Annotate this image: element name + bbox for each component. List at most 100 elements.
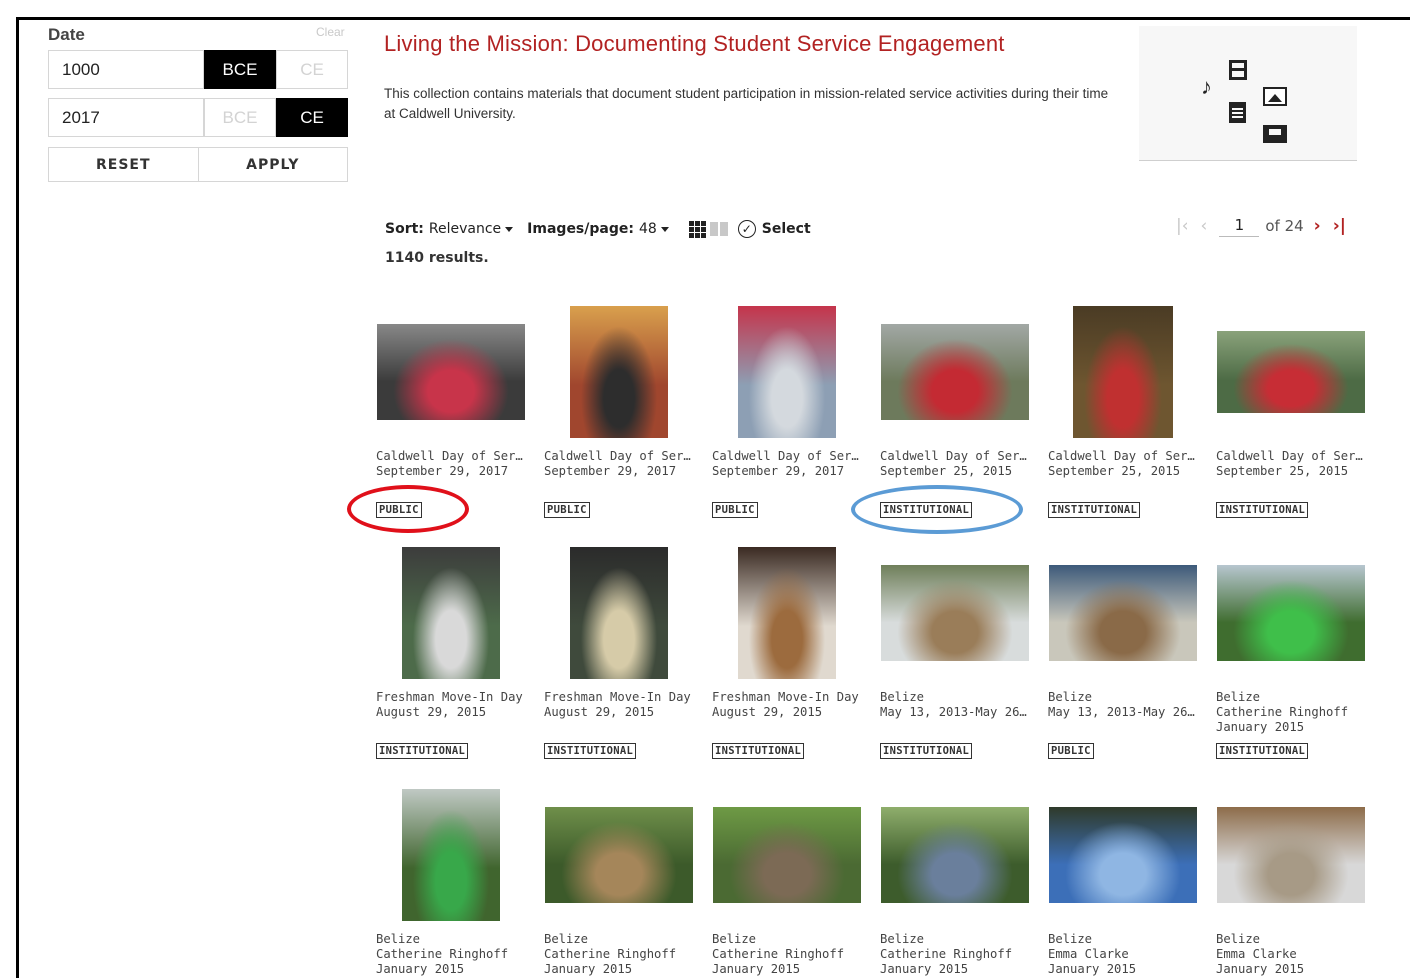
card-title[interactable]: Belize	[880, 690, 1030, 705]
page-count: of 24	[1265, 217, 1304, 235]
sort-label: Sort:	[385, 221, 424, 237]
date-from-bce-toggle[interactable]: BCE	[204, 50, 276, 89]
card-title[interactable]: Belize	[544, 932, 694, 947]
card-title[interactable]: Caldwell Day of Service	[1216, 449, 1366, 464]
thumbnail-image[interactable]	[1073, 306, 1173, 438]
grid-view-icon[interactable]	[688, 220, 706, 238]
thumbnail-image[interactable]	[570, 547, 668, 679]
thumbnail-frame	[1216, 306, 1366, 438]
last-page-icon[interactable]: ›|	[1333, 216, 1346, 236]
card-title[interactable]: Belize	[880, 932, 1030, 947]
date-to-bce-toggle[interactable]: BCE	[204, 98, 276, 137]
sort-dropdown[interactable]: Relevance	[429, 221, 501, 237]
card-title[interactable]: Belize	[376, 932, 526, 947]
date-filter-label: Date	[48, 25, 85, 44]
card-title[interactable]: Caldwell Day of Service	[544, 449, 694, 464]
access-badge: INSTITUTIONAL	[712, 743, 805, 759]
thumbnail-image[interactable]	[1217, 331, 1365, 413]
page-number-input[interactable]: 1	[1219, 216, 1260, 237]
card-title[interactable]: Belize	[1216, 932, 1366, 947]
card-title[interactable]: Freshman Move-In Day	[376, 690, 526, 705]
card-subtitle: Catherine Ringhoff	[880, 947, 1013, 961]
card-title[interactable]: Caldwell Day of Service	[1048, 449, 1198, 464]
access-badge: PUBLIC	[1048, 743, 1094, 759]
list-view-icon[interactable]	[709, 222, 728, 236]
thumbnail-image[interactable]	[1217, 565, 1365, 661]
images-per-page-dropdown[interactable]: 48	[639, 221, 657, 237]
date-from-input[interactable]	[48, 50, 204, 89]
card-title[interactable]: Belize	[1216, 690, 1366, 705]
card-subtitle: August 29, 2015	[544, 705, 655, 719]
thumbnail-image[interactable]	[377, 324, 525, 420]
card-subtitle: Catherine Ringhoff	[544, 947, 677, 961]
card-title[interactable]: Belize	[712, 932, 862, 947]
card-subtitle: May 13, 2013-May 26, 2013	[880, 705, 1030, 719]
blue-annotation-ellipse	[851, 485, 1023, 534]
thumbnail-frame	[712, 789, 862, 921]
access-badge: INSTITUTIONAL	[1048, 502, 1141, 518]
date-filter-actions: RESET APPLY	[48, 147, 348, 182]
image-icon	[1263, 87, 1287, 106]
card-subtitle: Catherine Ringhoff	[1216, 705, 1349, 719]
access-badge: INSTITUTIONAL	[880, 743, 973, 759]
thumbnail-image[interactable]	[881, 565, 1029, 661]
thumbnail-frame	[544, 789, 694, 921]
card-subtitle: September 29, 2017	[712, 464, 845, 478]
thumbnail-frame	[544, 547, 694, 679]
select-button[interactable]: Select	[762, 221, 811, 237]
card-subtitle: September 29, 2017	[376, 464, 509, 478]
card-title[interactable]: Caldwell Day of Service	[712, 449, 862, 464]
thumbnail-frame	[880, 306, 1030, 438]
card-date: January 2015	[1048, 962, 1137, 976]
select-check-icon[interactable]: ✓	[737, 220, 756, 238]
card-subtitle: May 13, 2013-May 26, 2013	[1048, 705, 1198, 719]
thumbnail-image[interactable]	[738, 306, 836, 438]
results-count: 1140 results.	[385, 250, 489, 266]
access-badge: INSTITUTIONAL	[1216, 743, 1309, 759]
reset-button[interactable]: RESET	[49, 148, 198, 181]
date-to-input[interactable]	[48, 98, 204, 137]
clear-date-link[interactable]: Clear	[316, 25, 345, 39]
thumbnail-image[interactable]	[1049, 565, 1197, 661]
access-badge: INSTITUTIONAL	[544, 743, 637, 759]
card-title[interactable]: Caldwell Day of Service	[880, 449, 1030, 464]
apply-button[interactable]: APPLY	[197, 148, 348, 181]
first-page-icon[interactable]: |‹	[1176, 216, 1189, 236]
thumbnail-image[interactable]	[1049, 807, 1197, 903]
slideshow-icon	[1263, 125, 1287, 143]
images-per-page-label: Images/page:	[527, 221, 634, 237]
card-date: January 2015	[712, 962, 801, 976]
card-subtitle: Emma Clarke	[1048, 947, 1129, 961]
thumbnail-image[interactable]	[881, 807, 1029, 903]
thumbnail-image[interactable]	[713, 807, 861, 903]
card-title[interactable]: Belize	[1048, 690, 1198, 705]
thumbnail-image[interactable]	[545, 807, 693, 903]
card-date: January 2015	[1216, 720, 1305, 734]
thumbnail-image[interactable]	[881, 324, 1029, 420]
thumbnail-image[interactable]	[570, 306, 668, 438]
next-page-icon[interactable]: ›	[1314, 216, 1321, 236]
thumbnail-frame	[376, 789, 526, 921]
card-title[interactable]: Caldwell Day of Service	[376, 449, 526, 464]
card-subtitle: September 25, 2015	[880, 464, 1013, 478]
card-subtitle: Catherine Ringhoff	[376, 947, 509, 961]
date-to-ce-toggle[interactable]: CE	[276, 98, 348, 137]
card-date: January 2015	[1216, 962, 1305, 976]
per-page-caret-icon[interactable]	[660, 226, 669, 232]
date-from-ce-toggle[interactable]: CE	[276, 50, 348, 89]
thumbnail-frame	[880, 789, 1030, 921]
thumbnail-frame	[1048, 547, 1198, 679]
date-from-row: BCE CE	[48, 50, 348, 89]
thumbnail-image[interactable]	[1217, 807, 1365, 903]
thumbnail-image[interactable]	[402, 547, 500, 679]
card-subtitle: August 29, 2015	[376, 705, 487, 719]
card-title[interactable]: Freshman Move-In Day	[712, 690, 862, 705]
prev-page-icon[interactable]: ‹	[1201, 216, 1208, 236]
thumbnail-image[interactable]	[738, 547, 836, 679]
card-title[interactable]: Belize	[1048, 932, 1198, 947]
card-title[interactable]: Freshman Move-In Day	[544, 690, 694, 705]
card-date: January 2015	[880, 962, 969, 976]
sort-caret-icon[interactable]	[505, 226, 514, 232]
access-badge: PUBLIC	[544, 502, 590, 518]
thumbnail-image[interactable]	[402, 789, 500, 921]
